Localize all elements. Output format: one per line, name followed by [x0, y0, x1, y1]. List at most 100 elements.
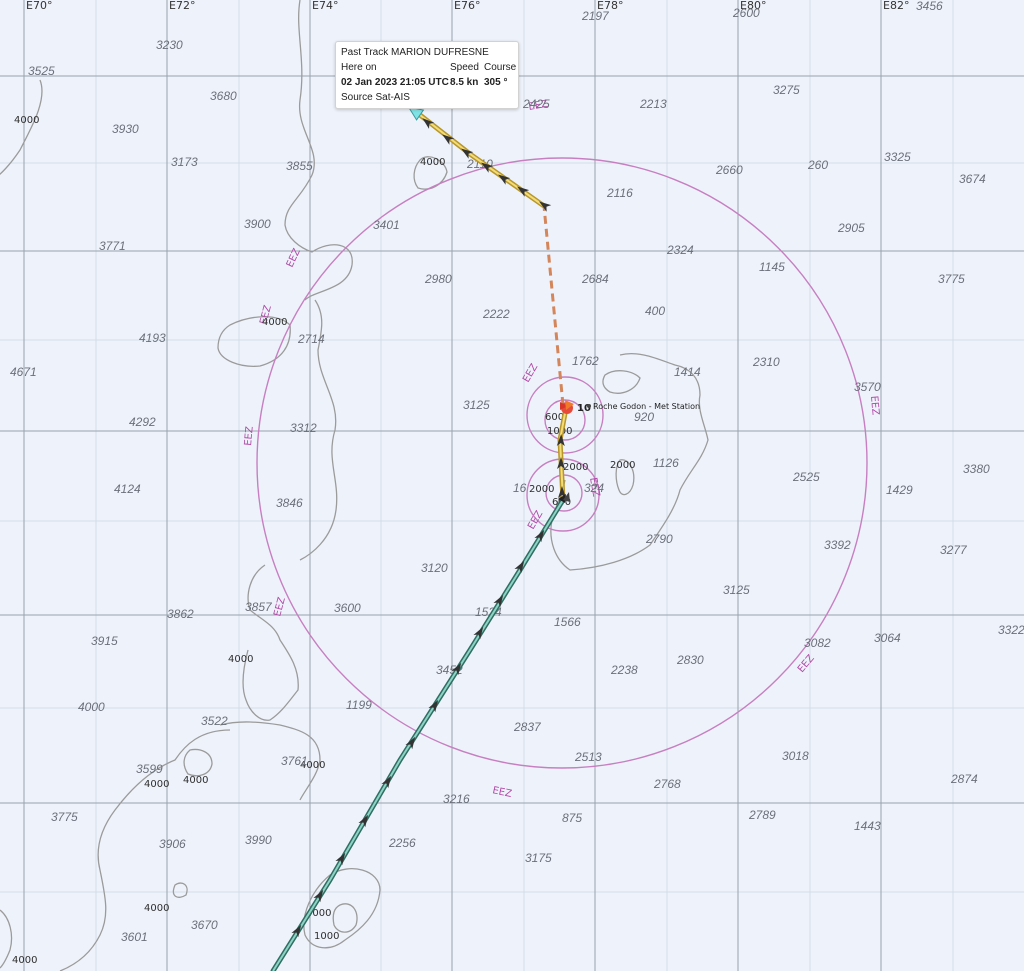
depth-sounding: 3930 — [112, 122, 139, 136]
depth-sounding: 4193 — [139, 331, 166, 345]
depth-sounding: 2789 — [748, 808, 776, 822]
depth-sounding: 3082 — [804, 636, 831, 650]
depth-sounding: 2660 — [715, 163, 743, 177]
contour-label: 4000 — [262, 317, 287, 328]
contour-label: 2000 — [529, 484, 554, 495]
track-arrows — [291, 118, 566, 938]
popup-title: Past Track MARION DUFRESNE — [341, 47, 489, 58]
depth-sounding: 3175 — [525, 851, 552, 865]
depth-sounding: 260 — [807, 158, 828, 172]
met-station[interactable]: Roche Godon - Met Station — [587, 402, 700, 411]
popup-datetime: 02 Jan 2023 21:05 UTC — [341, 77, 449, 88]
longitude-labels: E70° E72° E74° E76° E78° E80° E82° — [26, 0, 909, 12]
lon-label: E76° — [454, 0, 480, 12]
contour-label: 4000 — [228, 654, 253, 665]
depth-sounding: 2222 — [482, 307, 510, 321]
depth-sounding: 3670 — [191, 918, 218, 932]
depth-sounding: 2213 — [639, 97, 667, 111]
contour-label: 4000 — [144, 903, 169, 914]
track-gap-dashed — [542, 205, 565, 406]
vessel-track[interactable] — [270, 113, 569, 971]
depth-sounding: 3857 — [245, 600, 273, 614]
contour-label: 2000 — [610, 460, 635, 471]
depth-sounding: 4671 — [10, 365, 37, 379]
depth-sounding: 3601 — [121, 930, 148, 944]
depth-sounding: 3846 — [276, 496, 303, 510]
eez-label: EEZ — [796, 653, 817, 675]
depth-sounding: 1199 — [346, 698, 372, 712]
popup-speed-value: 8.5 kn — [450, 77, 479, 88]
depth-sounding: 3230 — [156, 38, 183, 52]
depth-sounding: 3599 — [136, 762, 163, 776]
contour-label: 2000 — [563, 462, 588, 473]
depth-sounding: 2790 — [645, 532, 673, 546]
depth-sounding: 2425 — [522, 97, 550, 111]
depth-sounding: 920 — [634, 410, 654, 424]
depth-sounding: 3325 — [884, 150, 911, 164]
depth-sounding: 3522 — [201, 714, 228, 728]
contour-label: 1000 — [314, 931, 339, 942]
depth-sounding: 3680 — [210, 89, 237, 103]
eez-label: EEZ — [243, 426, 256, 447]
depth-sounding: 3570 — [854, 380, 881, 394]
depth-sounding: 3125 — [723, 583, 750, 597]
contour-label: 4000 — [144, 779, 169, 790]
depth-sounding: 1414 — [674, 365, 701, 379]
depth-sounding: 3855 — [286, 159, 313, 173]
eez-label: EEZ — [868, 395, 881, 416]
depth-sounding: 324 — [584, 481, 604, 495]
depth-sounding: 3018 — [782, 749, 809, 763]
popup-here-on-label: Here on — [341, 62, 377, 73]
depth-sounding: 3775 — [938, 272, 965, 286]
eez-label: EEZ — [526, 509, 545, 532]
contour-label: 4000 — [12, 955, 37, 966]
depth-sounding: 16 — [513, 481, 527, 495]
track-info-popup[interactable]: Past Track MARION DUFRESNE Here on Speed… — [335, 41, 519, 109]
depth-sounding: 2324 — [666, 243, 694, 257]
depth-sounding: 3674 — [959, 172, 986, 186]
depth-sounding: 3771 — [99, 239, 126, 253]
depth-sounding: 1566 — [554, 615, 581, 629]
vessel-cluster[interactable]: 10 — [560, 400, 591, 414]
depth-sounding: 2513 — [574, 750, 602, 764]
depth-sounding: 400 — [645, 304, 665, 318]
depth-sounding: 3600 — [334, 601, 361, 615]
depth-sounding: 3906 — [159, 837, 186, 851]
lon-label: E82° — [883, 0, 909, 12]
station-label: Roche Godon - Met Station — [593, 402, 700, 411]
depth-sounding: 2600 — [732, 6, 760, 20]
depth-sounding: 4124 — [114, 482, 141, 496]
depth-sounding: 2830 — [676, 653, 704, 667]
depth-sounding: 3401 — [373, 218, 400, 232]
depth-sounding: 3775 — [51, 810, 78, 824]
depth-sounding: 3392 — [824, 538, 851, 552]
popup-course-value: 305 ° — [484, 77, 508, 88]
depth-sounding: 3761 — [281, 754, 308, 768]
map-canvas[interactable]: E70° E72° E74° E76° E78° E80° E82° EEZ E… — [0, 0, 1024, 971]
depth-soundings: 3456 2600 2197 3230 3525 3680 3930 3173 … — [10, 0, 1024, 944]
popup-source: Source Sat-AIS — [341, 92, 410, 103]
station-icon — [587, 404, 591, 408]
depth-sounding: 3312 — [290, 421, 317, 435]
depth-sounding: 2874 — [950, 772, 978, 786]
depth-sounding: 3915 — [91, 634, 118, 648]
lon-label: E72° — [169, 0, 195, 12]
depth-sounding: 2768 — [653, 777, 681, 791]
eez-label: EEZ — [491, 785, 512, 800]
depth-sounding: 3173 — [171, 155, 198, 169]
contour-label: 4000 — [14, 115, 39, 126]
contour-label: 4000 — [183, 775, 208, 786]
depth-sounding: 3275 — [773, 83, 800, 97]
depth-sounding: 1126 — [653, 456, 679, 470]
lon-label: E70° — [26, 0, 52, 12]
depth-sounding: 1429 — [886, 483, 913, 497]
depth-sounding: 3456 — [916, 0, 943, 13]
depth-sounding: 2980 — [424, 272, 452, 286]
depth-sounding: 3380 — [963, 462, 990, 476]
depth-sounding: 3900 — [244, 217, 271, 231]
depth-sounding: 2714 — [297, 332, 325, 346]
depth-sounding: 1762 — [572, 354, 599, 368]
depth-sounding: 3277 — [940, 543, 968, 557]
depth-sounding: 3525 — [28, 64, 55, 78]
depth-sounding: 3064 — [874, 631, 901, 645]
